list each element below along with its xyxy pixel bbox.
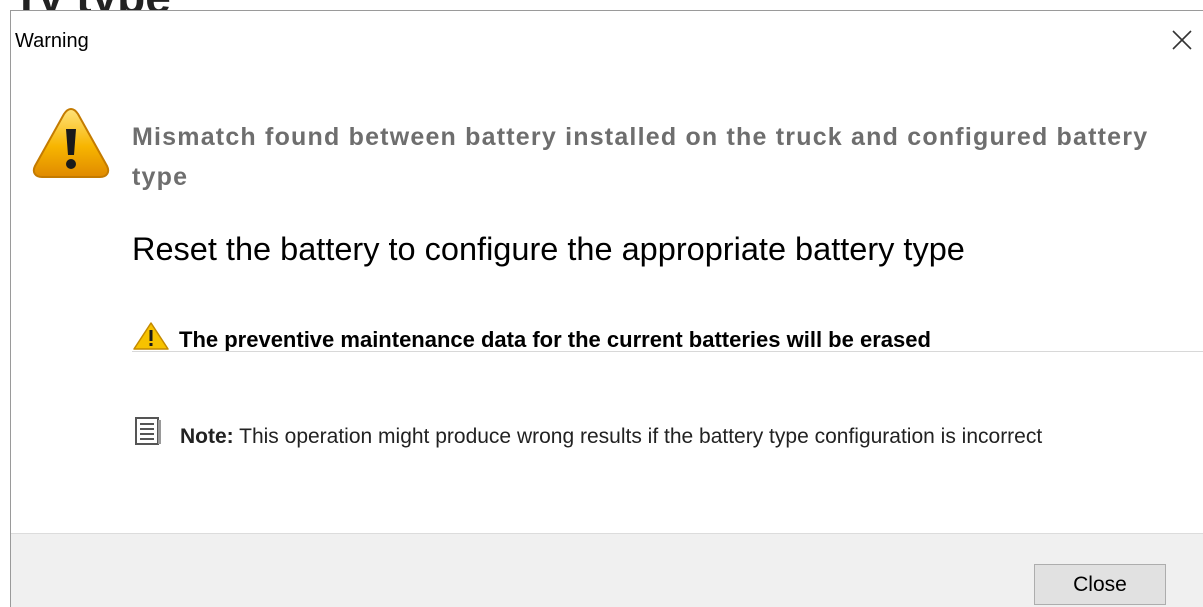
note-label: Note: (180, 425, 234, 448)
warning-triangle-icon (31, 103, 111, 188)
close-button[interactable]: Close (1034, 564, 1166, 605)
dialog-footer: Close (11, 533, 1203, 607)
mismatch-headline: Mismatch found between battery installed… (132, 123, 1149, 191)
note-body: This operation might produce wrong resul… (233, 425, 1043, 448)
title-bar: Warning (11, 11, 1203, 71)
divider (132, 351, 1203, 352)
reset-instruction: Reset the battery to configure the appro… (132, 231, 965, 267)
note-paragraph: Note: This operation might produce wrong… (11, 421, 1131, 453)
close-icon[interactable] (1167, 25, 1197, 55)
dialog-title: Warning (15, 30, 89, 52)
erase-warning-text: The preventive maintenance data for the … (179, 327, 931, 352)
warning-dialog: Warning Mismatch found between battery i… (10, 10, 1203, 607)
